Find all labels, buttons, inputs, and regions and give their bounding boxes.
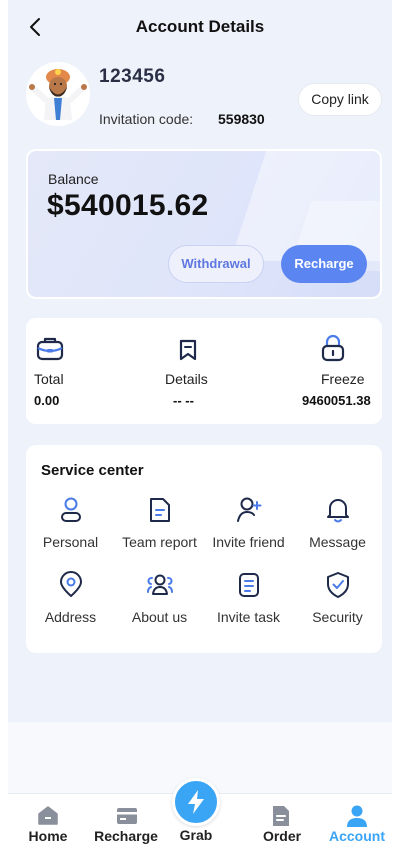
service-center-title: Service center xyxy=(41,462,144,479)
stat-value: 9460051.38 xyxy=(302,393,371,408)
task-icon xyxy=(239,573,259,597)
stat-label: Freeze xyxy=(321,371,365,387)
service-item-label: Team report xyxy=(122,534,197,550)
shield-icon xyxy=(327,572,349,598)
nav-recharge[interactable]: Recharge xyxy=(88,794,164,854)
copy-link-button[interactable]: Copy link xyxy=(298,83,382,116)
account-icon xyxy=(347,805,367,827)
document-icon xyxy=(150,498,170,522)
avatar[interactable] xyxy=(26,62,90,126)
nav-order[interactable]: Order xyxy=(242,794,322,854)
lock-icon xyxy=(321,334,345,362)
stats-card: Total 0.00 Details -- -- Freeze 9460051.… xyxy=(26,318,382,424)
lightning-icon xyxy=(188,790,204,814)
service-item-team-report[interactable]: Team report xyxy=(115,496,204,562)
user-id: 123456 xyxy=(99,66,166,87)
nav-account[interactable]: Account xyxy=(322,794,392,854)
order-icon xyxy=(273,806,289,826)
balance-value: $540015.62 xyxy=(47,189,209,222)
avatar-character-icon xyxy=(29,69,87,120)
nav-label-grab[interactable]: Grab xyxy=(172,827,220,843)
stat-value: 0.00 xyxy=(34,393,60,408)
service-item-personal[interactable]: Personal xyxy=(26,496,115,562)
briefcase-icon xyxy=(36,337,64,361)
service-item-invite-friend[interactable]: Invite friend xyxy=(204,496,293,562)
grab-button[interactable] xyxy=(172,778,220,826)
service-item-label: About us xyxy=(131,609,188,625)
invitation-code-label: Invitation code: xyxy=(99,111,194,127)
bell-icon xyxy=(327,499,349,523)
balance-label: Balance xyxy=(48,171,99,187)
nav-label: Order xyxy=(262,828,302,844)
balance-card: Balance $540015.62 Withdrawal Recharge xyxy=(26,149,382,299)
stat-label: Total xyxy=(34,371,64,387)
withdrawal-button[interactable]: Withdrawal xyxy=(168,245,264,283)
service-item-label: Invite task xyxy=(216,609,281,625)
service-item-security[interactable]: Security xyxy=(293,571,382,637)
service-item-address[interactable]: Address xyxy=(26,571,115,637)
nav-home[interactable]: Home xyxy=(8,794,88,854)
service-item-about-us[interactable]: About us xyxy=(115,571,204,637)
recharge-button[interactable]: Recharge xyxy=(281,245,367,283)
service-item-label: Security xyxy=(312,609,363,625)
wallet-icon xyxy=(117,808,137,824)
nav-label-active: Account xyxy=(329,828,385,844)
stat-total[interactable]: Total 0.00 xyxy=(26,318,136,424)
add-user-icon xyxy=(237,497,262,522)
bookmark-icon xyxy=(179,339,197,361)
stat-details[interactable]: Details -- -- xyxy=(136,318,241,424)
location-icon xyxy=(60,571,82,597)
stat-label: Details xyxy=(165,371,208,387)
service-item-message[interactable]: Message xyxy=(293,496,382,562)
page-background: Account Details 123456 Invitation code: … xyxy=(8,0,392,854)
service-item-label: Personal xyxy=(42,534,99,550)
service-item-label: Invite friend xyxy=(212,534,285,550)
stat-freeze[interactable]: Freeze 9460051.38 xyxy=(266,318,382,424)
page-title: Account Details xyxy=(135,17,265,36)
service-center-card: Service center Personal Team report Invi… xyxy=(26,445,382,653)
service-item-label: Address xyxy=(44,609,97,625)
invitation-code-value: 559830 xyxy=(218,111,265,127)
home-icon xyxy=(38,806,58,825)
group-icon xyxy=(147,574,173,595)
service-item-label: Message xyxy=(309,534,366,550)
service-item-invite-task[interactable]: Invite task xyxy=(204,571,293,637)
header: Account Details xyxy=(8,0,392,56)
nav-label: Home xyxy=(28,828,68,844)
user-icon xyxy=(61,497,81,522)
stat-value: -- -- xyxy=(173,393,194,408)
nav-label: Recharge xyxy=(94,828,158,844)
